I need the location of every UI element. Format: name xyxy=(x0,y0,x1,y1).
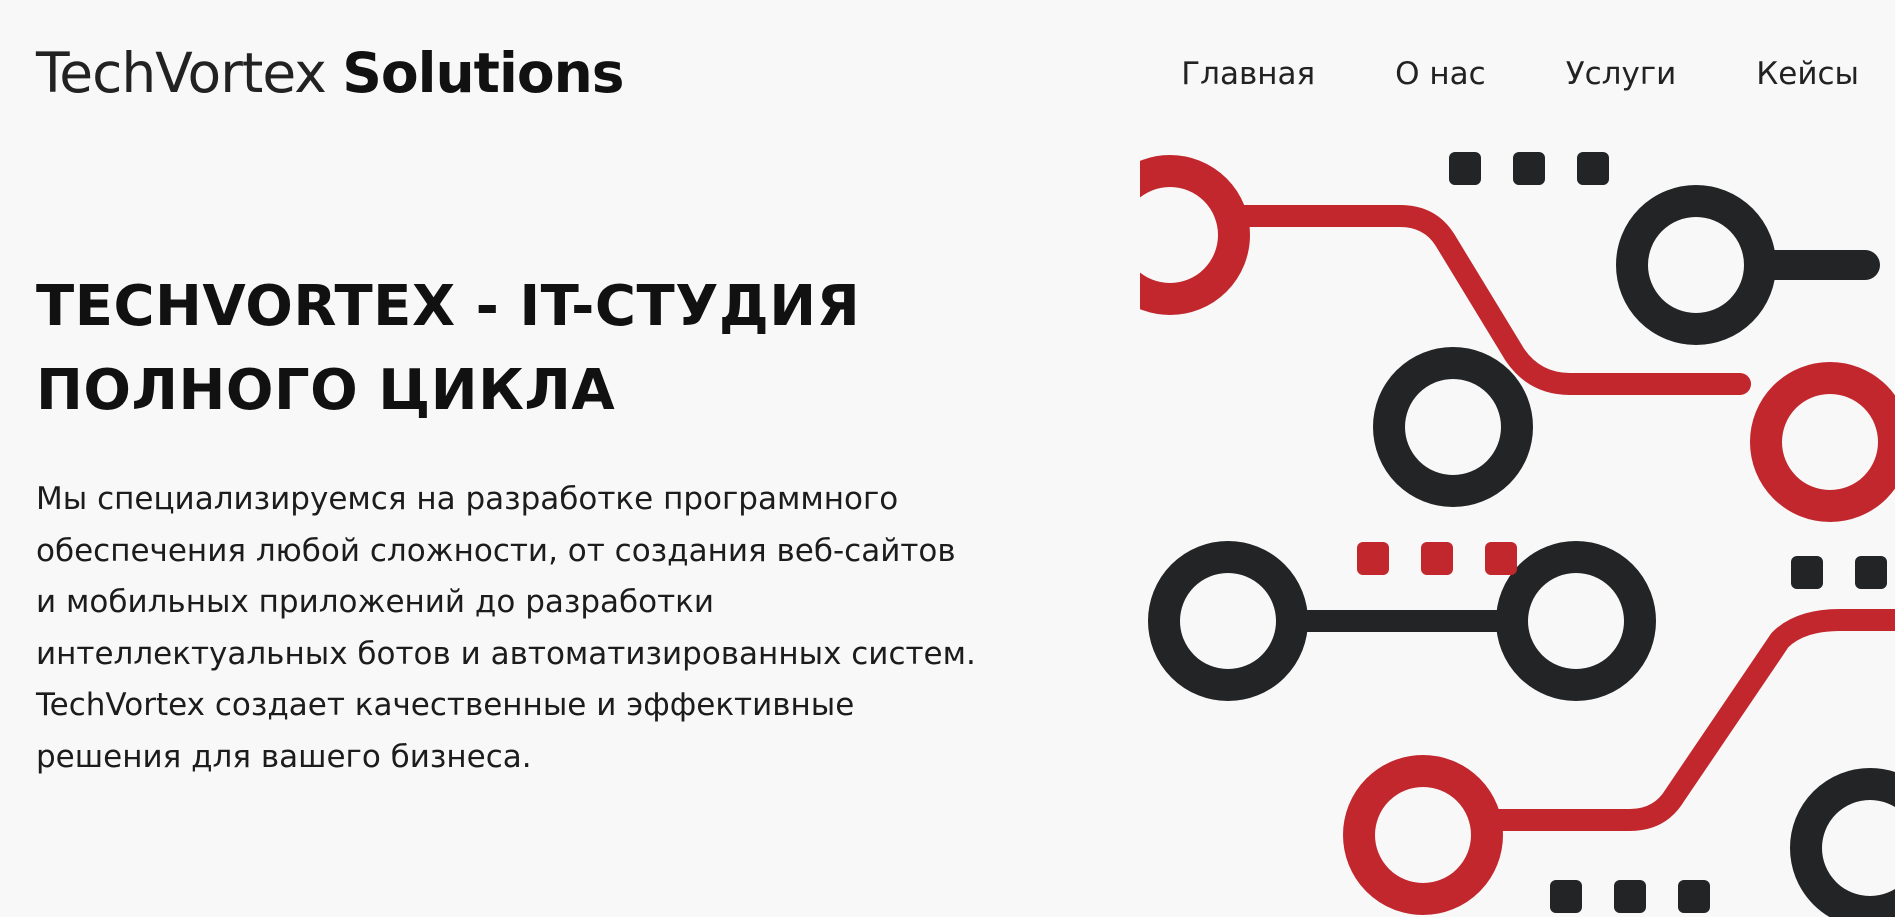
circuit-node-red xyxy=(1750,362,1895,522)
nav-link-services[interactable]: Услуги xyxy=(1566,50,1677,98)
circuit-node-red xyxy=(1140,155,1250,315)
circuit-pad-red xyxy=(1421,542,1453,575)
nav-link-about[interactable]: О нас xyxy=(1395,50,1486,98)
circuit-pad-dark xyxy=(1791,556,1823,589)
circuit-pad-dark xyxy=(1449,152,1481,185)
circuit-node-dark xyxy=(1616,185,1776,345)
circuit-node-dark xyxy=(1496,541,1656,701)
nav-link-cases[interactable]: Кейсы xyxy=(1756,50,1859,98)
circuit-node-red xyxy=(1343,755,1503,915)
circuit-node-dark xyxy=(1790,768,1895,917)
site-header: TechVortex Solutions Главная О нас Услуг… xyxy=(0,0,1895,150)
brand-logo[interactable]: TechVortex Solutions xyxy=(36,38,625,108)
circuit-pad-red xyxy=(1485,542,1517,575)
circuit-node-dark xyxy=(1148,541,1308,701)
circuit-pad-dark xyxy=(1855,556,1887,589)
circuit-pad-red xyxy=(1357,542,1389,575)
circuit-pad-dark xyxy=(1577,152,1609,185)
brand-name-bold: Solutions xyxy=(342,41,624,105)
main-nav: Главная О нас Услуги Кейсы xyxy=(1101,50,1859,98)
circuit-pad-dark xyxy=(1678,880,1710,913)
nav-link-home[interactable]: Главная xyxy=(1181,50,1315,98)
hero-title: TECHVORTEX - IT-СТУДИЯ ПОЛНОГО ЦИКЛА xyxy=(36,274,861,423)
circuit-pad-dark xyxy=(1614,880,1646,913)
brand-name-light: TechVortex xyxy=(36,41,327,105)
circuit-illustration xyxy=(1140,152,1895,917)
circuit-pad-dark xyxy=(1513,152,1545,185)
hero-description: Мы специализируемся на разработке програ… xyxy=(36,481,976,775)
circuit-node-dark xyxy=(1373,347,1533,507)
circuit-pad-dark xyxy=(1550,880,1582,913)
